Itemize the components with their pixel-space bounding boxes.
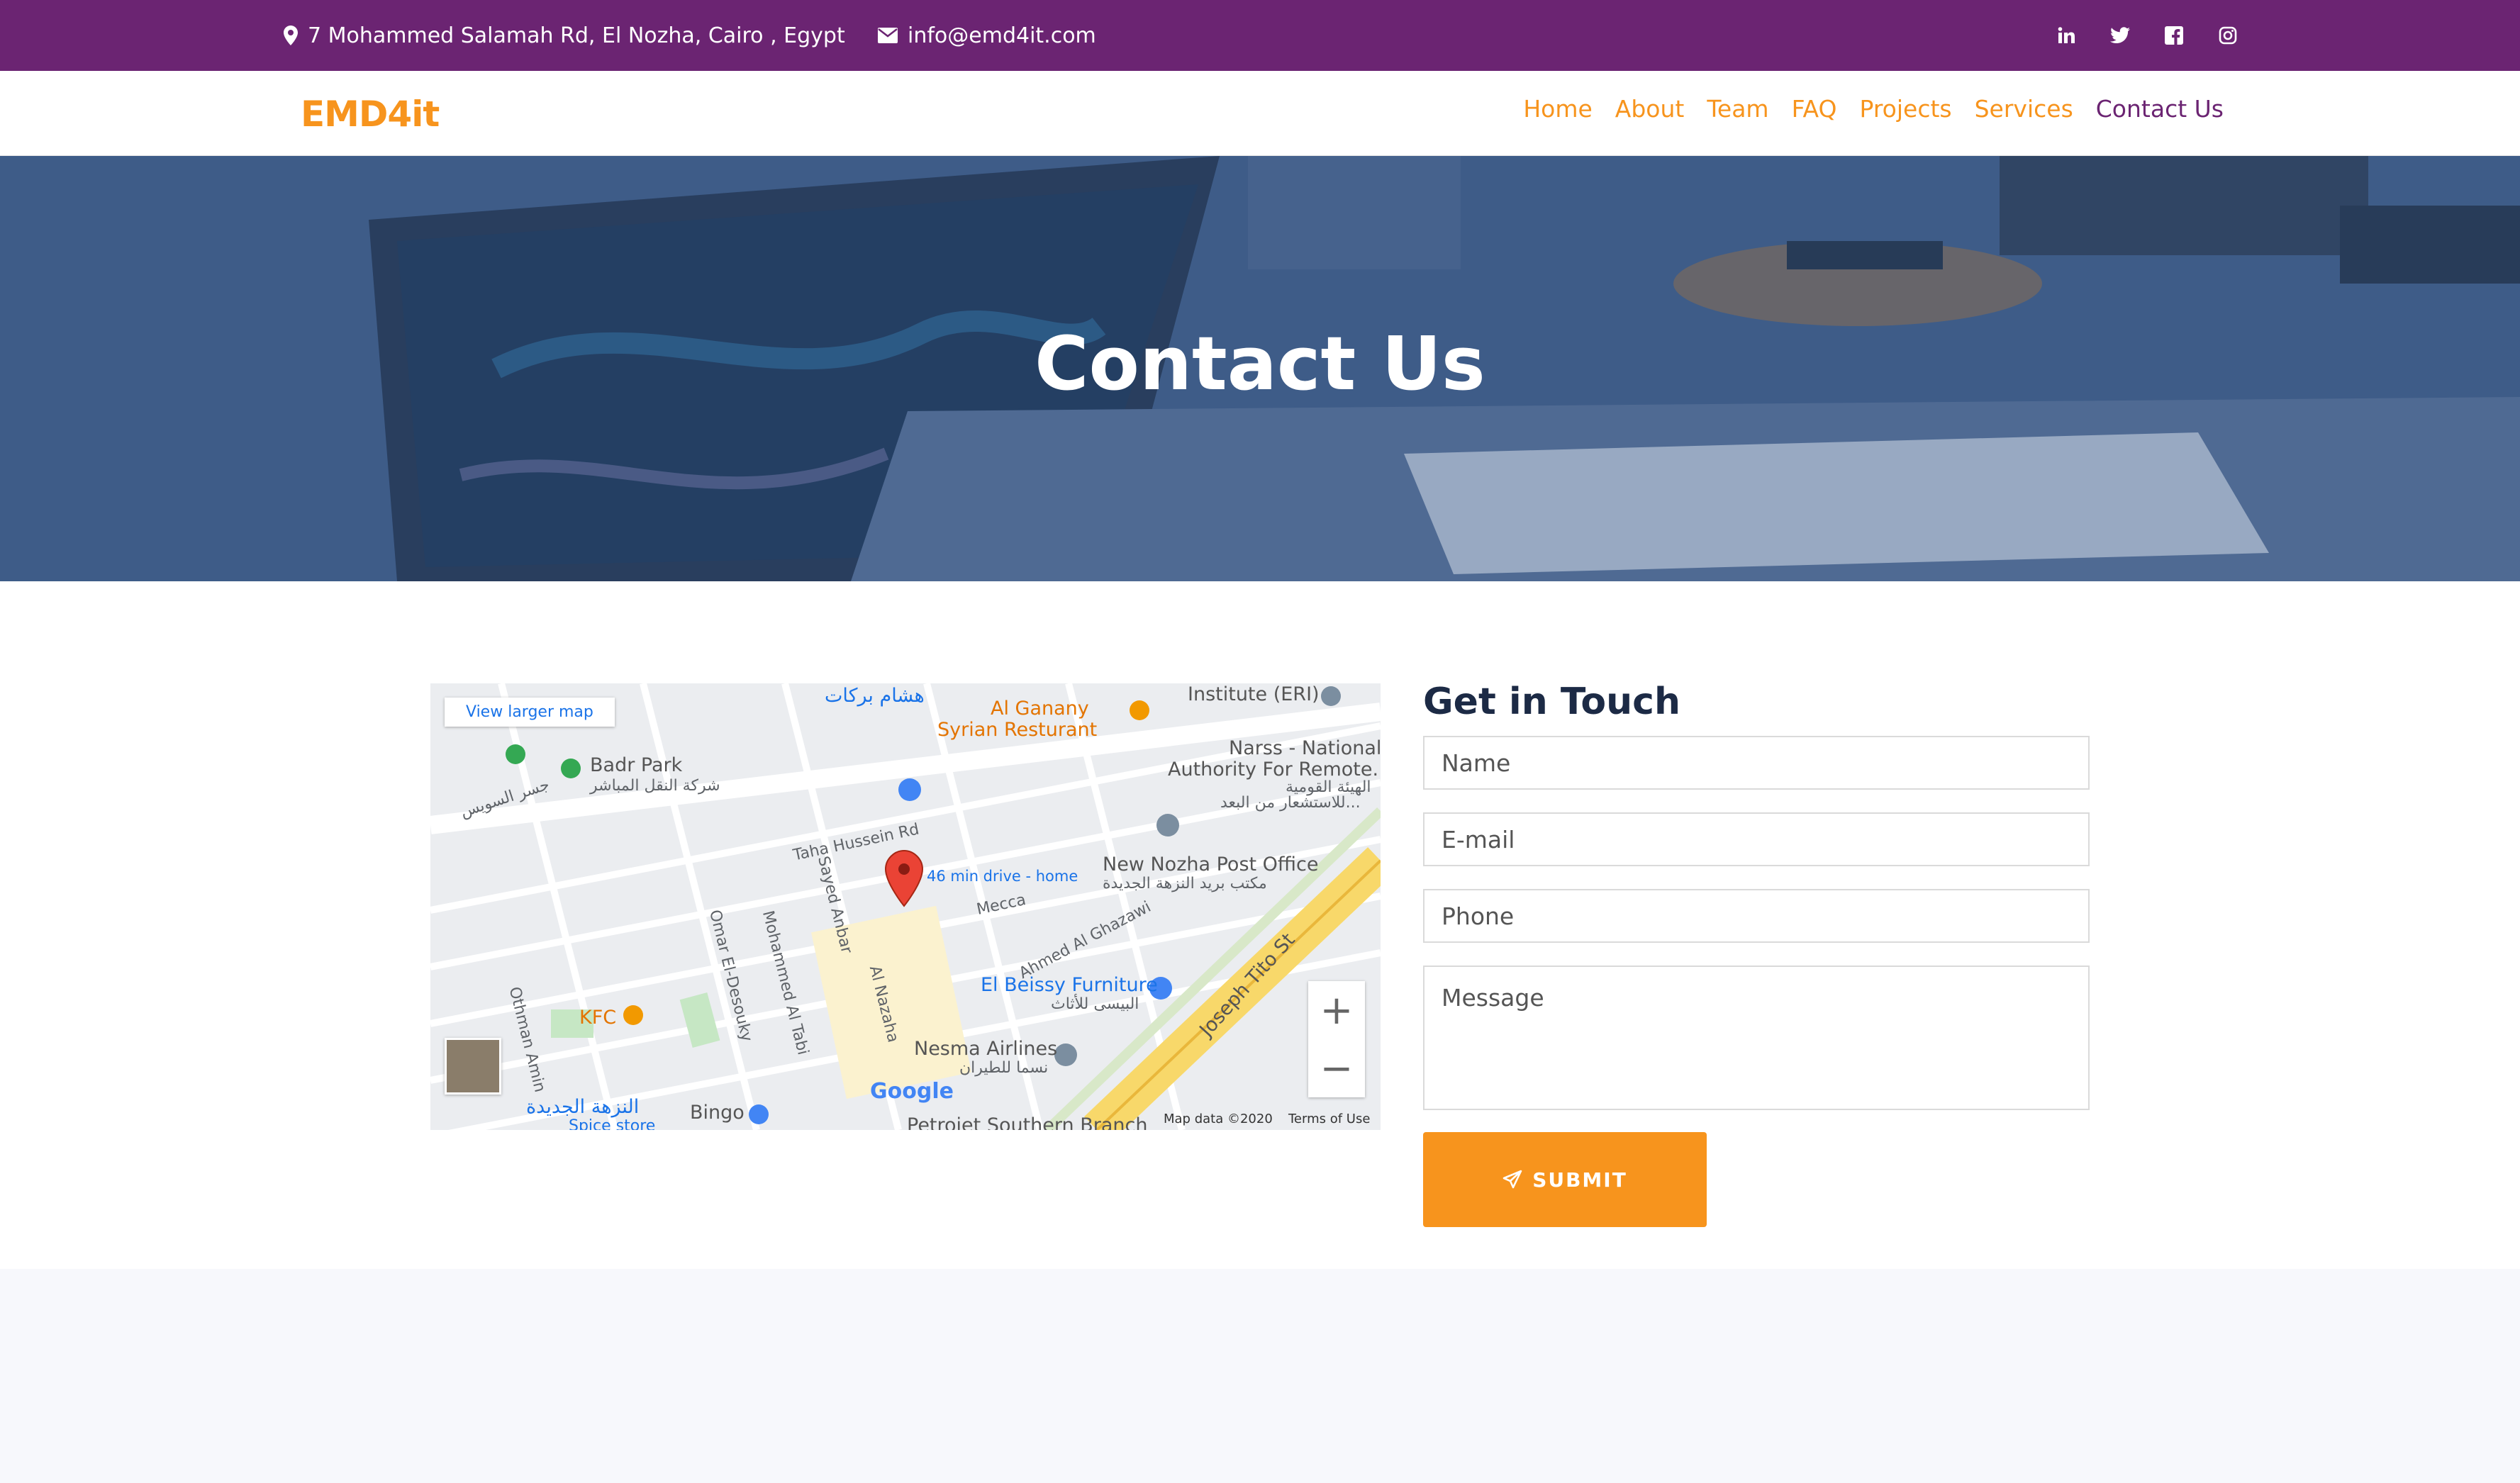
facebook-icon[interactable] (2160, 21, 2188, 50)
map-label: النزهة الجديدة (526, 1096, 640, 1118)
nav-projects[interactable]: Projects (1860, 95, 1952, 123)
view-larger-map-link[interactable]: View larger map (445, 698, 615, 727)
submit-label: SUBMIT (1532, 1168, 1627, 1192)
nav-team[interactable]: Team (1707, 95, 1768, 123)
email[interactable]: info@emd4it.com (878, 21, 1096, 50)
satellite-toggle[interactable] (445, 1038, 501, 1095)
map-label: Spice store (569, 1117, 656, 1130)
nav-about[interactable]: About (1615, 95, 1685, 123)
map-label: Institute (ERI) (1188, 683, 1320, 705)
address-text: 7 Mohammed Salamah Rd, El Nozha, Cairo ,… (308, 23, 845, 48)
message-placeholder: Message (1442, 984, 1544, 1012)
map-label: Bingo (690, 1102, 745, 1124)
form-title: Get in Touch (1423, 681, 1681, 723)
hero-banner: Contact Us (0, 156, 2520, 581)
top-bar: 7 Mohammed Salamah Rd, El Nozha, Cairo ,… (0, 0, 2520, 71)
map-label: شركة النقل المباشر (590, 777, 720, 795)
embedded-map[interactable]: View larger map Badr Park شركة النقل الم… (430, 683, 1381, 1130)
twitter-icon[interactable] (2106, 21, 2134, 50)
name-placeholder: Name (1442, 749, 1511, 777)
map-label: Badr Park (590, 754, 683, 776)
map-label: New Nozha Post Office (1103, 854, 1319, 875)
zoom-out-button[interactable]: − (1308, 1039, 1365, 1097)
map-label: البيسى للأثاث (1051, 995, 1139, 1013)
paper-plane-icon (1502, 1170, 1522, 1189)
main-menu: Home About Team FAQ Projects Services Co… (1523, 95, 2224, 123)
drive-time-label: 46 min drive - home (927, 868, 1078, 885)
name-field[interactable]: Name (1423, 736, 2090, 790)
address: 7 Mohammed Salamah Rd, El Nozha, Cairo ,… (284, 21, 845, 50)
map-terms-link[interactable]: Terms of Use (1288, 1112, 1370, 1126)
map-label: للاستشعار من البعد... (1220, 794, 1361, 812)
map-label: Nesma Airlines (914, 1038, 1058, 1060)
google-logo: Google (870, 1079, 954, 1104)
map-label: هشام بركات (825, 685, 925, 707)
linkedin-icon[interactable] (2052, 21, 2080, 50)
map-label: مكتب بريد النزهة الجديدة (1103, 875, 1267, 892)
email-field[interactable]: E-mail (1423, 812, 2090, 866)
navbar: EMD4it Home About Team FAQ Projects Serv… (0, 71, 2520, 156)
zoom-in-button[interactable]: + (1308, 981, 1365, 1039)
map-label: نسما للطيران (959, 1059, 1049, 1077)
map-label: Authority For Remote... (1168, 759, 1381, 780)
email-text[interactable]: info@emd4it.com (908, 23, 1096, 48)
envelope-icon (878, 28, 898, 43)
nav-services[interactable]: Services (1975, 95, 2073, 123)
map-label: KFC (579, 1007, 617, 1029)
map-attribution: Map data ©2020 (1164, 1112, 1273, 1126)
phone-field[interactable]: Phone (1423, 889, 2090, 943)
submit-button[interactable]: SUBMIT (1423, 1132, 1707, 1227)
map-label: Syrian Resturant (937, 719, 1098, 741)
logo[interactable]: EMD4it (301, 89, 440, 139)
map-label: Narss - National (1229, 737, 1381, 759)
map-zoom-controls: + − (1308, 981, 1365, 1097)
location-pin-icon (284, 26, 298, 45)
map-label: Al Ganany (991, 698, 1089, 720)
nav-home[interactable]: Home (1523, 95, 1592, 123)
message-field[interactable]: Message (1423, 966, 2090, 1110)
footer-band (0, 1269, 2520, 1483)
logo-text: EMD4it (301, 94, 440, 135)
phone-placeholder: Phone (1442, 902, 1515, 930)
map-label: El Beissy Furniture (981, 974, 1158, 996)
instagram-icon[interactable] (2214, 21, 2242, 50)
email-placeholder: E-mail (1442, 825, 1515, 854)
nav-contact-us[interactable]: Contact Us (2096, 95, 2224, 123)
nav-faq[interactable]: FAQ (1792, 95, 1837, 123)
map-label: Petrojet Southern Branch (907, 1114, 1148, 1130)
page-title: Contact Us (1035, 320, 1485, 407)
